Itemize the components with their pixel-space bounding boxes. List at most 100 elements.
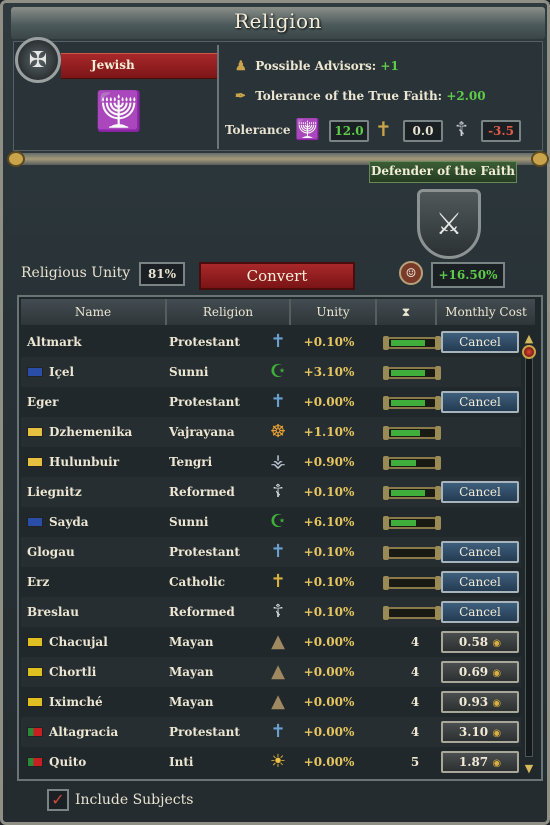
scroll-down-icon[interactable]: ▼ bbox=[523, 763, 535, 775]
monthly-cost-button[interactable]: 1.87 ◉ bbox=[441, 751, 519, 773]
column-religion[interactable]: Religion bbox=[167, 299, 291, 325]
scroll-up-icon[interactable]: ▲ bbox=[523, 333, 535, 345]
bar-cap bbox=[383, 426, 389, 440]
gold-coin-icon: ◉ bbox=[492, 728, 502, 739]
province-name[interactable]: Altmark bbox=[27, 327, 82, 357]
cancel-conversion-button[interactable]: Cancel bbox=[441, 331, 519, 353]
monthly-cost-button[interactable]: 0.69 ◉ bbox=[441, 661, 519, 683]
bar-cap bbox=[383, 546, 389, 560]
bar-cap bbox=[383, 606, 389, 620]
progress-fill bbox=[391, 490, 425, 496]
monthly-cost-value: 0.93 bbox=[458, 695, 493, 709]
province-name[interactable]: Sayda bbox=[27, 507, 89, 537]
scrollbar-track[interactable] bbox=[525, 347, 533, 757]
cancel-conversion-button[interactable]: Cancel bbox=[441, 391, 519, 413]
table-row[interactable]: Eger Protestant ✝ +0.00% Cancel bbox=[21, 387, 521, 417]
province-name-text: Altmark bbox=[27, 335, 82, 349]
monthly-cost-button[interactable]: 3.10 ◉ bbox=[441, 721, 519, 743]
province-name[interactable]: Erz bbox=[27, 567, 49, 597]
tolerance-true-faith-value: +2.00 bbox=[446, 89, 486, 103]
cancel-conversion-button[interactable]: Cancel bbox=[441, 481, 519, 503]
menorah-icon: 🕎 bbox=[95, 89, 143, 133]
country-flag-icon bbox=[27, 427, 43, 437]
table-row[interactable]: Glogau Protestant ✝ +0.10% Cancel bbox=[21, 537, 521, 567]
province-name-text: Breslau bbox=[27, 605, 79, 619]
conversion-progress-bar bbox=[383, 456, 441, 470]
monthly-cost-button[interactable]: 0.93 ◉ bbox=[441, 691, 519, 713]
column-time[interactable]: ⧗ bbox=[377, 299, 437, 325]
table-header: Name Religion Unity ⧗ Monthly Cost bbox=[21, 299, 535, 325]
table-row[interactable]: Sayda Sunni ☪ +6.10% bbox=[21, 507, 521, 537]
table-row[interactable]: Altagracia Protestant ✝ +0.00% 4 3.10 ◉ bbox=[21, 717, 521, 747]
monthly-cost-button[interactable]: 0.58 ◉ bbox=[441, 631, 519, 653]
table-row[interactable]: Dzhemenika Vajrayana ☸ +1.10% bbox=[21, 417, 521, 447]
unity-value: +0.10% bbox=[303, 335, 355, 349]
column-name[interactable]: Name bbox=[21, 299, 167, 325]
province-name[interactable]: Iximché bbox=[27, 687, 103, 717]
province-name-text: Erz bbox=[27, 575, 50, 589]
table-row[interactable]: Breslau Reformed ☦ +0.10% Cancel bbox=[21, 597, 521, 627]
cancel-conversion-button[interactable]: Cancel bbox=[441, 571, 519, 593]
divider bbox=[217, 45, 219, 149]
gold-coin-icon: ◉ bbox=[492, 698, 502, 709]
religion-change-icon[interactable]: ✠ bbox=[15, 37, 61, 83]
tolerance-true-faith-row: ✒ Tolerance of the True Faith: +2.00 bbox=[235, 89, 486, 104]
table-row[interactable]: Altmark Protestant ✝ +0.10% Cancel bbox=[21, 327, 521, 357]
table-row[interactable]: Chacujal Mayan ▲ +0.00% 4 0.58 ◉ bbox=[21, 627, 521, 657]
bar-cap bbox=[383, 396, 389, 410]
country-flag-icon bbox=[27, 517, 43, 527]
include-subjects-label: Include Subjects bbox=[75, 792, 194, 808]
tolerance-true-faith-label: Tolerance of the True Faith: bbox=[255, 89, 443, 103]
province-name[interactable]: Glogau bbox=[27, 537, 75, 567]
unity-value: +0.10% bbox=[303, 605, 355, 619]
tolerance-true-faith-box: 12.0 bbox=[329, 120, 369, 142]
table-row[interactable]: Erz Catholic ✝ +0.10% Cancel bbox=[21, 567, 521, 597]
province-name[interactable]: Chacujal bbox=[27, 627, 108, 657]
province-religion: Catholic bbox=[169, 575, 226, 589]
table-row[interactable]: Chortli Mayan ▲ +0.00% 4 0.69 ◉ bbox=[21, 657, 521, 687]
dharma-wheel-icon: ☸ bbox=[269, 421, 287, 442]
province-name[interactable]: Içel bbox=[27, 357, 74, 387]
monthly-cost-value: 0.58 bbox=[458, 635, 493, 649]
province-name[interactable]: Liegnitz bbox=[27, 477, 82, 507]
conversion-count: 5 bbox=[410, 755, 420, 769]
conversion-progress-bar bbox=[383, 546, 441, 560]
cancel-conversion-button[interactable]: Cancel bbox=[441, 541, 519, 563]
scrollbar-thumb[interactable] bbox=[522, 345, 536, 359]
conversion-progress-bar bbox=[383, 366, 441, 380]
unity-value: +0.10% bbox=[303, 545, 355, 559]
cross-blue-icon: ✝ bbox=[270, 721, 286, 742]
province-name[interactable]: Altagracia bbox=[27, 717, 118, 747]
column-unity[interactable]: Unity bbox=[291, 299, 377, 325]
province-religion: Mayan bbox=[169, 635, 214, 649]
unity-value: +0.10% bbox=[303, 485, 355, 499]
conversion-progress-bar bbox=[383, 486, 441, 500]
province-name[interactable]: Breslau bbox=[27, 597, 79, 627]
province-name[interactable]: Chortli bbox=[27, 657, 96, 687]
province-name[interactable]: Dzhemenika bbox=[27, 417, 132, 447]
province-religion: Protestant bbox=[169, 335, 240, 349]
province-name[interactable]: Eger bbox=[27, 387, 59, 417]
bar-cap bbox=[435, 426, 441, 440]
defender-shield-icon[interactable]: ⚔ bbox=[417, 189, 481, 259]
table-row[interactable]: Iximché Mayan ▲ +0.00% 4 0.93 ◉ bbox=[21, 687, 521, 717]
table-row[interactable]: Içel Sunni ☪ +3.10% bbox=[21, 357, 521, 387]
province-name[interactable]: Quito bbox=[27, 747, 86, 777]
convert-button[interactable]: Convert bbox=[199, 262, 355, 290]
province-name-text: Chacujal bbox=[49, 635, 108, 649]
gold-coin-icon: ◉ bbox=[492, 638, 502, 649]
cross-white-icon: ☦ bbox=[272, 601, 284, 622]
table-row[interactable]: Quito Inti ☀ +0.00% 5 1.87 ◉ bbox=[21, 747, 521, 777]
tolerance-heathen-box: -3.5 bbox=[481, 120, 521, 142]
cancel-conversion-button[interactable]: Cancel bbox=[441, 601, 519, 623]
province-name-text: Iximché bbox=[49, 695, 103, 709]
province-religion: Tengri bbox=[169, 455, 213, 469]
table-row[interactable]: Liegnitz Reformed ☦ +0.10% Cancel bbox=[21, 477, 521, 507]
table-row[interactable]: Hulunbuir Tengri ⚶ +0.90% bbox=[21, 447, 521, 477]
column-monthly-cost[interactable]: Monthly Cost bbox=[437, 299, 535, 325]
include-subjects-checkbox[interactable]: ✓ bbox=[47, 789, 69, 811]
province-name[interactable]: Hulunbuir bbox=[27, 447, 119, 477]
provinces-table: Name Religion Unity ⧗ Monthly Cost Altma… bbox=[17, 295, 543, 781]
province-religion: Mayan bbox=[169, 695, 214, 709]
province-name-text: Quito bbox=[49, 755, 87, 769]
